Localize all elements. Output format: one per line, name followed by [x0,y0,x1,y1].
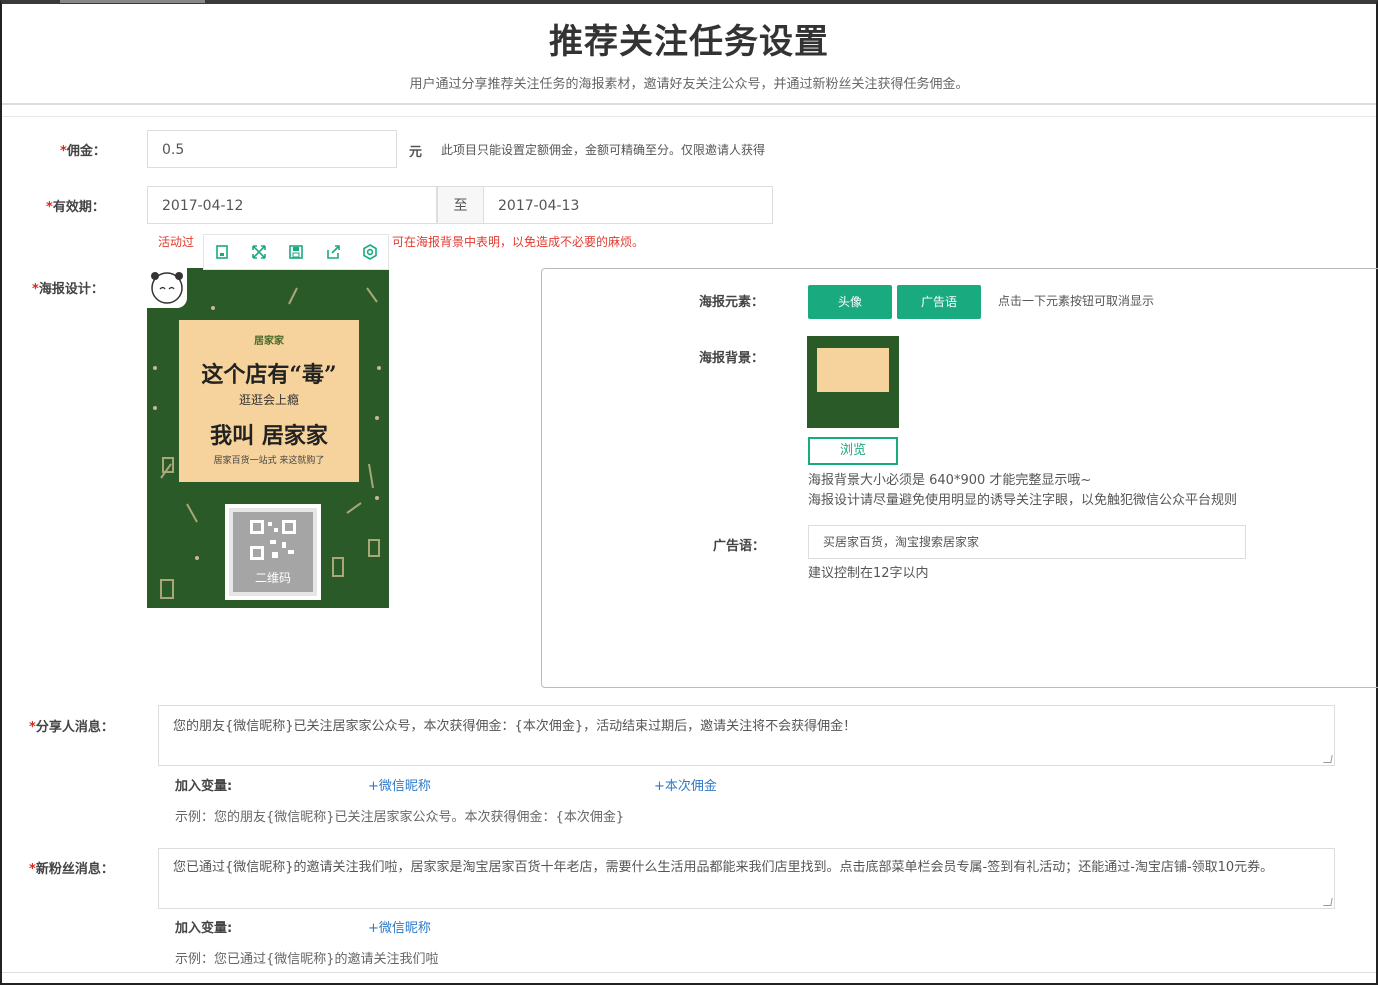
poster-label: *海报设计： [32,282,104,297]
poster-subheadline: 逛逛会上瘾 [238,393,299,407]
qr-code-label: 二维码 [254,571,291,585]
share-message-text: 您的朋友{微信昵称}已关注居家家公众号，本次获得佣金：{本次佣金}，活动结束过期… [173,719,857,734]
poster-background-label: 海报背景： [699,351,765,366]
insert-nickname-link[interactable]: +微信昵称 [368,775,431,794]
save-icon[interactable] [214,244,230,260]
share-message-textarea[interactable]: 您的朋友{微信昵称}已关注居家家公众号，本次获得佣金：{本次佣金}，活动结束过期… [158,705,1335,766]
commission-input[interactable]: 0.5 [147,130,397,168]
end-date-input[interactable]: 2017-04-13 [483,186,773,224]
share-icon[interactable] [325,244,341,260]
share-vars-label: 加入变量: [175,779,233,794]
fan-message-textarea[interactable]: 您已通过{微信昵称}的邀请关注我们啦，居家家是淘宝居家百货十年老店，需要什么生活… [158,848,1335,909]
fan-example: 示例：您已通过{微信昵称}的邀请关注我们啦 [175,952,439,967]
poster-preview[interactable]: 居家家 这个店有“毒” 逛逛会上瘾 我叫 居家家 居家百货一站式 来这就购了 二… [147,268,389,608]
tab-indicator [60,0,205,3]
poster-tagline: 居家百货一站式 来这就购了 [213,456,325,466]
poster-elements-label: 海报元素： [699,295,765,310]
poster-brand: 居家家 [254,336,284,347]
validity-label: *有效期： [46,200,105,215]
background-rule-hint: 海报设计请尽量避免使用明显的诱导关注字眼，以免触犯微信公众平台规则 [808,493,1238,508]
fan-message-label: *新粉丝消息： [29,862,114,877]
slogan-input[interactable]: 买居家百货，淘宝搜索居家家 [808,525,1246,559]
validity-warning-right: 可在海报背景中表明，以免造成不必要的麻烦。 [392,235,645,249]
expand-icon[interactable] [251,244,267,260]
start-date-input[interactable]: 2017-04-12 [147,186,437,224]
slogan-label: 广告语： [713,539,766,554]
fan-message-text: 您已通过{微信昵称}的邀请关注我们啦，居家家是淘宝居家百货十年老店，需要什么生活… [173,860,1274,875]
header-divider-2 [2,116,1376,117]
slogan-element-button[interactable]: 广告语 [897,285,981,319]
insert-commission-link[interactable]: +本次佣金 [654,775,717,794]
resize-handle-icon[interactable] [1323,755,1333,763]
commission-label: *佣金： [60,144,106,159]
validity-warning-left: 活动过 [158,235,195,249]
resize-handle-icon[interactable] [1323,898,1333,906]
poster-name-line: 我叫 居家家 [210,423,328,449]
qr-code-icon [250,520,296,560]
commission-hint: 此项目只能设置定额佣金，金额可精确至分。仅限邀请人获得 [441,143,766,157]
page-title: 推荐关注任务设置 [549,22,829,62]
settings-icon[interactable] [362,244,378,260]
poster-headline: 这个店有“毒” [201,362,337,388]
page-subtitle: 用户通过分享推荐关注任务的海报素材，邀请好友关注公众号，并通过新粉丝关注获得任务… [409,77,969,92]
fan-insert-nickname-link[interactable]: +微信昵称 [368,917,431,936]
share-example: 示例：您的朋友{微信昵称}已关注居家家公众号。本次获得佣金：{本次佣金} [175,810,625,825]
thumbnail-card [817,348,889,392]
share-message-label: *分享人消息： [29,720,114,735]
poster-toolbar [203,234,389,270]
date-range-separator: 至 [437,186,484,224]
header-divider [2,103,1376,105]
elements-hint: 点击一下元素按钮可取消显示 [998,294,1155,308]
qr-code-placeholder: 二维码 [225,504,321,600]
poster-card: 居家家 这个店有“毒” 逛逛会上瘾 我叫 居家家 居家百货一站式 来这就购了 [179,320,359,482]
fan-vars-label: 加入变量: [175,921,233,936]
footer-divider [2,972,1376,973]
disk-icon[interactable] [288,244,304,260]
background-size-hint: 海报背景大小必须是 640*900 才能完整显示哦~ [808,473,1092,488]
slogan-hint: 建议控制在12字以内 [808,566,929,581]
avatar-element-button[interactable]: 头像 [808,285,892,319]
browse-button[interactable]: 浏览 [808,437,898,465]
commission-unit: 元 [409,145,423,160]
page-header: 推荐关注任务设置 用户通过分享推荐关注任务的海报素材，邀请好友关注公众号，并通过… [2,4,1376,104]
background-thumbnail [807,336,899,428]
